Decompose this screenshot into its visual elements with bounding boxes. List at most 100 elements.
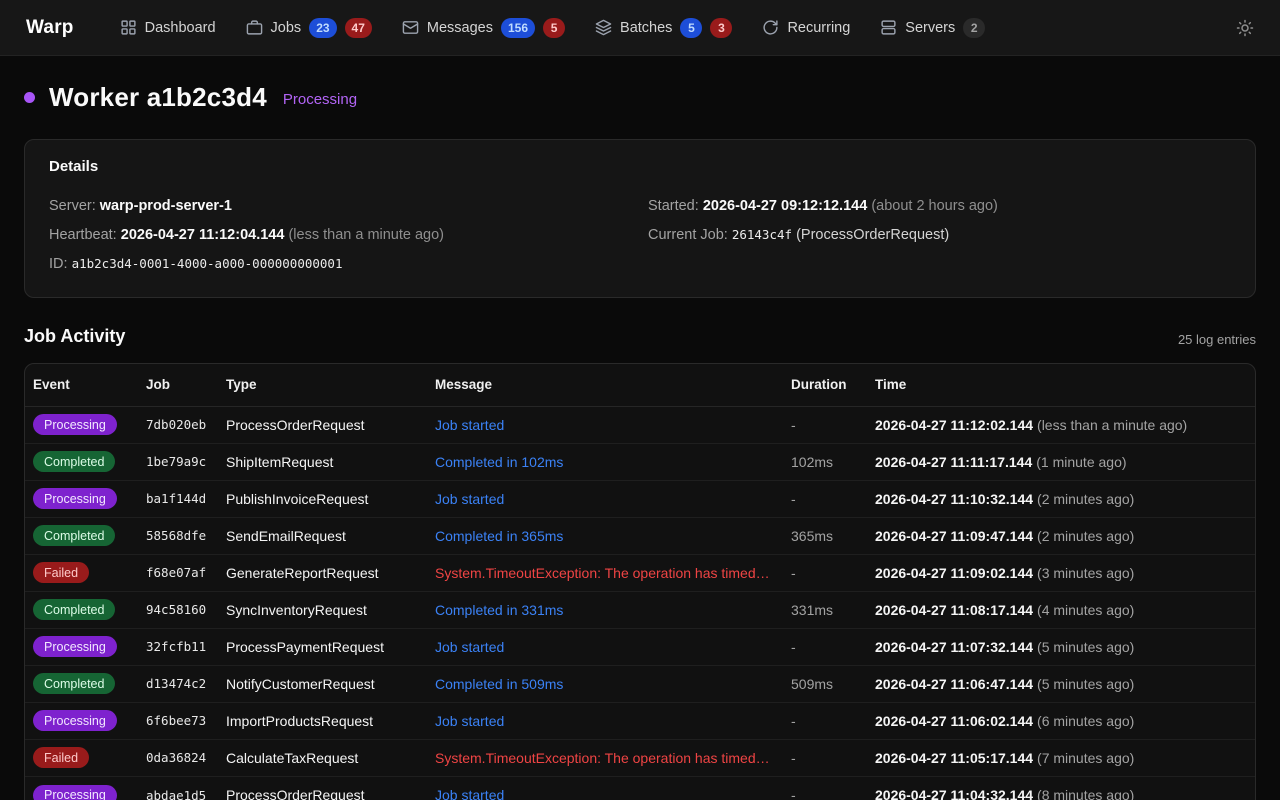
- job-id: 0da36824: [146, 750, 226, 765]
- jobs-failed-badge: 47: [345, 18, 372, 38]
- job-message[interactable]: Job started: [435, 639, 791, 655]
- job-duration: -: [791, 787, 875, 800]
- table-row[interactable]: Processing abdae1d5 ProcessOrderRequest …: [25, 777, 1255, 800]
- job-time: 2026-04-27 11:06:02.144(6 minutes ago): [875, 713, 1247, 729]
- detail-current-job-id[interactable]: 26143c4f: [732, 227, 792, 242]
- dashboard-icon: [120, 19, 137, 36]
- job-timestamp: 2026-04-27 11:11:17.144: [875, 454, 1032, 470]
- job-message[interactable]: System.TimeoutException: The operation h…: [435, 565, 791, 581]
- job-message[interactable]: Job started: [435, 491, 791, 507]
- job-timestamp: 2026-04-27 11:12:02.144: [875, 417, 1033, 433]
- page-header: Worker a1b2c3d4 Processing: [24, 82, 1256, 113]
- detail-current-job-label: Current Job:: [648, 227, 728, 243]
- batches-failed-badge: 3: [710, 18, 732, 38]
- nav-item-label: Batches: [620, 20, 672, 36]
- nav-menu: Dashboard Jobs 23 47 Messages 156 5 Batc…: [120, 18, 986, 38]
- detail-heartbeat: Heartbeat: 2026-04-27 11:12:04.144 (less…: [49, 228, 632, 244]
- status-badge: Failed: [33, 562, 89, 583]
- job-time: 2026-04-27 11:07:32.144(5 minutes ago): [875, 639, 1247, 655]
- job-message[interactable]: Job started: [435, 417, 791, 433]
- job-time: 2026-04-27 11:09:02.144(3 minutes ago): [875, 565, 1247, 581]
- job-type: NotifyCustomerRequest: [226, 676, 435, 692]
- column-header-message: Message: [435, 377, 791, 392]
- log-entries-count: 25 log entries: [1178, 332, 1256, 347]
- job-time: 2026-04-27 11:11:17.144(1 minute ago): [875, 454, 1247, 470]
- table-row[interactable]: Completed 1be79a9c ShipItemRequest Compl…: [25, 444, 1255, 481]
- job-message[interactable]: Job started: [435, 787, 791, 800]
- detail-current-job: Current Job: 26143c4f (ProcessOrderReque…: [648, 228, 1231, 244]
- sun-icon: [1236, 19, 1254, 37]
- refresh-icon: [762, 19, 779, 36]
- job-id: 6f6bee73: [146, 713, 226, 728]
- job-type: GenerateReportRequest: [226, 565, 435, 581]
- batches-active-badge: 5: [680, 18, 702, 38]
- table-row[interactable]: Completed d13474c2 NotifyCustomerRequest…: [25, 666, 1255, 703]
- job-id: 94c58160: [146, 602, 226, 617]
- job-message[interactable]: Completed in 331ms: [435, 602, 791, 618]
- theme-toggle-button[interactable]: [1236, 19, 1254, 37]
- job-timestamp: 2026-04-27 11:09:02.144: [875, 565, 1033, 581]
- job-duration: 509ms: [791, 676, 875, 692]
- nav-item-label: Jobs: [271, 20, 302, 36]
- nav-item-label: Servers: [905, 20, 955, 36]
- job-id: ba1f144d: [146, 491, 226, 506]
- job-message[interactable]: Job started: [435, 713, 791, 729]
- job-duration: -: [791, 713, 875, 729]
- table-row[interactable]: Completed 94c58160 SyncInventoryRequest …: [25, 592, 1255, 629]
- job-duration: 365ms: [791, 528, 875, 544]
- status-badge: Completed: [33, 599, 115, 620]
- job-activity-header: Job Activity 25 log entries: [24, 326, 1256, 347]
- column-header-job: Job: [146, 377, 226, 392]
- detail-heartbeat-value: 2026-04-27 11:12:04.144: [121, 227, 285, 243]
- nav-item-dashboard[interactable]: Dashboard: [120, 19, 216, 36]
- detail-id-label: ID:: [49, 256, 68, 272]
- column-header-duration: Duration: [791, 377, 875, 392]
- brand-logo[interactable]: Warp: [26, 17, 74, 39]
- details-heading: Details: [49, 158, 1231, 175]
- table-row[interactable]: Failed f68e07af GenerateReportRequest Sy…: [25, 555, 1255, 592]
- job-type: ProcessOrderRequest: [226, 417, 435, 433]
- table-row[interactable]: Processing 32fcfb11 ProcessPaymentReques…: [25, 629, 1255, 666]
- table-row[interactable]: Processing 6f6bee73 ImportProductsReques…: [25, 703, 1255, 740]
- job-duration: 102ms: [791, 454, 875, 470]
- detail-started: Started: 2026-04-27 09:12:12.144 (about …: [648, 199, 1231, 215]
- table-row[interactable]: Completed 58568dfe SendEmailRequest Comp…: [25, 518, 1255, 555]
- messages-failed-badge: 5: [543, 18, 565, 38]
- status-badge: Processing: [33, 710, 117, 731]
- job-time-relative: (6 minutes ago): [1037, 713, 1134, 729]
- job-timestamp: 2026-04-27 11:08:17.144: [875, 602, 1033, 618]
- table-row[interactable]: Processing ba1f144d PublishInvoiceReques…: [25, 481, 1255, 518]
- job-time: 2026-04-27 11:04:32.144(8 minutes ago): [875, 787, 1247, 800]
- nav-item-servers[interactable]: Servers 2: [880, 18, 985, 38]
- job-time-relative: (less than a minute ago): [1037, 417, 1187, 433]
- job-duration: -: [791, 750, 875, 766]
- job-message[interactable]: Completed in 102ms: [435, 454, 791, 470]
- nav-item-batches[interactable]: Batches 5 3: [595, 18, 732, 38]
- job-time: 2026-04-27 11:10:32.144(2 minutes ago): [875, 491, 1247, 507]
- column-header-event: Event: [33, 377, 146, 392]
- job-duration: -: [791, 639, 875, 655]
- job-timestamp: 2026-04-27 11:07:32.144: [875, 639, 1033, 655]
- column-header-time: Time: [875, 377, 1247, 392]
- job-time-relative: (1 minute ago): [1036, 454, 1126, 470]
- messages-queued-badge: 156: [501, 18, 535, 38]
- job-time: 2026-04-27 11:09:47.144(2 minutes ago): [875, 528, 1247, 544]
- job-message[interactable]: Completed in 509ms: [435, 676, 791, 692]
- detail-server: Server: warp-prod-server-1: [49, 199, 632, 215]
- job-message[interactable]: System.TimeoutException: The operation h…: [435, 750, 791, 766]
- detail-started-label: Started:: [648, 198, 699, 214]
- table-row[interactable]: Processing 7db020eb ProcessOrderRequest …: [25, 407, 1255, 444]
- nav-item-messages[interactable]: Messages 156 5: [402, 18, 565, 38]
- detail-heartbeat-relative: (less than a minute ago): [288, 227, 444, 243]
- job-message[interactable]: Completed in 365ms: [435, 528, 791, 544]
- job-time: 2026-04-27 11:12:02.144(less than a minu…: [875, 417, 1247, 433]
- job-type: SendEmailRequest: [226, 528, 435, 544]
- job-duration: -: [791, 491, 875, 507]
- detail-id: ID: a1b2c3d4-0001-4000-a000-000000000001: [49, 257, 632, 273]
- nav-item-recurring[interactable]: Recurring: [762, 19, 850, 36]
- job-activity-table: Event Job Type Message Duration Time Pro…: [24, 363, 1256, 800]
- table-row[interactable]: Failed 0da36824 CalculateTaxRequest Syst…: [25, 740, 1255, 777]
- status-badge: Failed: [33, 747, 89, 768]
- nav-item-jobs[interactable]: Jobs 23 47: [246, 18, 372, 38]
- job-type: SyncInventoryRequest: [226, 602, 435, 618]
